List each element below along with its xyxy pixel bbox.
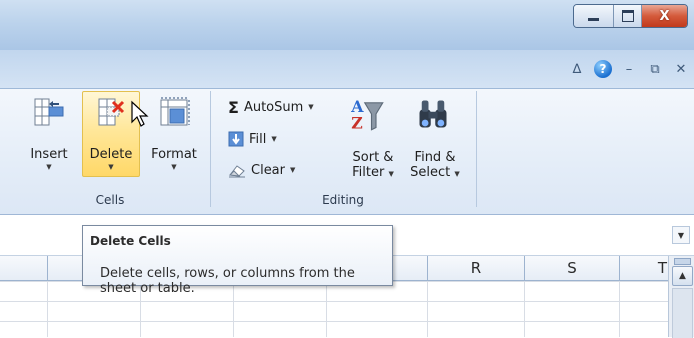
column-line — [619, 281, 620, 337]
find-select-label-line2-text: Select — [410, 165, 451, 180]
sort-filter-icon: A Z — [350, 97, 384, 132]
insert-cells-icon — [34, 98, 64, 126]
delete-cells-icon — [98, 98, 125, 126]
delete-cells-tooltip: Delete Cells Delete cells, rows, or colu… — [82, 225, 393, 296]
eraser-icon — [228, 165, 245, 178]
insert-dropdown-icon: ▼ — [46, 163, 52, 171]
delete-dropdown-icon: ▼ — [108, 163, 114, 171]
insert-label: Insert — [30, 147, 68, 162]
fill-button[interactable]: Fill ▼ — [228, 129, 277, 149]
fill-dropdown-icon: ▼ — [271, 135, 277, 143]
find-select-label-line1: Find & — [414, 150, 456, 165]
sort-filter-label: Sort & Filter ▼ — [345, 150, 401, 182]
editing-group-label: Editing — [322, 193, 364, 207]
group-divider — [476, 91, 477, 207]
find-select-label: Find & Select ▼ — [407, 150, 463, 182]
fill-label: Fill — [249, 131, 267, 147]
column-header-r[interactable]: R — [428, 256, 525, 280]
binoculars-icon — [419, 100, 447, 128]
minimize-ribbon-icon[interactable]: ∆ — [568, 60, 586, 78]
maximize-icon — [621, 10, 634, 22]
find-select-dropdown-icon: ▼ — [454, 170, 460, 178]
doc-minimize-icon[interactable]: – — [620, 60, 638, 78]
clear-label: Clear — [251, 162, 285, 178]
row-line — [0, 321, 668, 322]
insert-button[interactable]: Insert ▼ — [20, 91, 78, 177]
doc-restore-icon[interactable]: ⧉ — [646, 60, 664, 78]
format-button[interactable]: Format ▼ — [145, 91, 203, 177]
ribbon-controls: ∆ ? – ⧉ ✕ — [568, 60, 690, 78]
tooltip-body: Delete cells, rows, or columns from the … — [100, 266, 355, 296]
vertical-scrollbar[interactable]: ▲ — [668, 256, 694, 338]
doc-close-icon[interactable]: ✕ — [672, 60, 690, 78]
autosum-icon: Σ — [228, 97, 239, 117]
scroll-track[interactable] — [672, 288, 693, 338]
title-bar: X — [0, 0, 694, 50]
fill-down-icon — [228, 131, 244, 147]
autosum-label: AutoSum — [243, 99, 304, 115]
sort-filter-dropdown-icon: ▼ — [388, 170, 394, 178]
cells-group-label: Cells — [95, 193, 125, 207]
sort-filter-label-line2-text: Filter — [352, 165, 385, 180]
column-header-s[interactable]: S — [525, 256, 620, 280]
sort-filter-button[interactable]: A Z Sort & Filter ▼ — [344, 91, 402, 180]
ribbon: Insert ▼ Delete ▼ Format ▼ Cells Σ AutoS… — [0, 89, 694, 215]
close-icon: X — [659, 8, 670, 24]
column-header[interactable] — [0, 256, 48, 280]
window-minimize-button[interactable] — [574, 5, 614, 27]
autosum-button[interactable]: Σ AutoSum ▼ — [228, 97, 314, 117]
window-controls: X — [573, 4, 688, 28]
sort-filter-label-line1: Sort & — [352, 150, 394, 165]
mouse-pointer-icon — [131, 100, 149, 127]
svg-text:Z: Z — [351, 114, 363, 132]
delete-label: Delete — [89, 147, 133, 162]
scroll-up-button[interactable]: ▲ — [672, 266, 693, 286]
window-maximize-button[interactable] — [614, 5, 642, 27]
format-cells-icon — [160, 97, 190, 126]
clear-dropdown-icon: ▼ — [290, 166, 296, 174]
tooltip-title: Delete Cells — [90, 234, 171, 248]
column-line — [47, 281, 48, 337]
column-line — [524, 281, 525, 337]
format-label: Format — [151, 147, 197, 162]
minimize-icon — [588, 17, 599, 21]
sort-filter-label-line2: Filter ▼ — [345, 165, 401, 182]
column-line — [427, 281, 428, 337]
find-select-button[interactable]: Find & Select ▼ — [406, 91, 464, 180]
group-divider — [210, 91, 211, 207]
window-close-button[interactable]: X — [642, 5, 687, 27]
clear-button[interactable]: Clear ▼ — [228, 160, 295, 180]
find-select-label-line2: Select ▼ — [407, 165, 463, 182]
autosum-dropdown-icon: ▼ — [308, 103, 314, 111]
split-handle[interactable] — [674, 258, 691, 265]
format-dropdown-icon: ▼ — [171, 163, 177, 171]
column-header-t[interactable]: T — [620, 256, 667, 280]
row-line — [0, 301, 668, 302]
formula-bar-expand-button[interactable]: ▼ — [672, 226, 690, 244]
help-icon[interactable]: ? — [594, 60, 612, 78]
